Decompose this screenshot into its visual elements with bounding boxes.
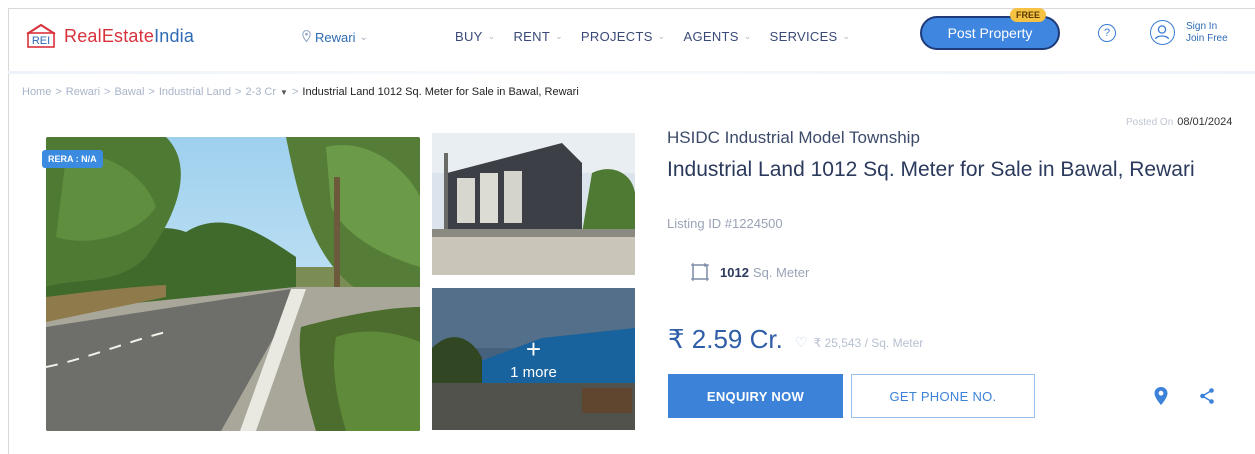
breadcrumb-item-home[interactable]: Home xyxy=(22,86,51,98)
chevron-down-icon: ⌄ xyxy=(842,31,851,41)
logo-text-primary: RealEstate xyxy=(64,25,155,46)
location-label: Rewari xyxy=(315,30,356,45)
breadcrumb-current: Industrial Land 1012 Sq. Meter for Sale … xyxy=(302,86,579,98)
breadcrumb-item-price[interactable]: 2-3 Cr xyxy=(245,86,276,98)
map-pin-icon[interactable] xyxy=(1153,386,1169,406)
main-nav: BUY ⌄ RENT ⌄ PROJECTS ⌄ AGENTS ⌄ SERVICES ⌄ xyxy=(455,29,850,44)
site-header: REI RealEstateIndia Rewari ⌄ BUY ⌄ RENT ⌄ … xyxy=(8,9,1255,71)
logo-text-secondary: India xyxy=(154,25,195,46)
heart-icon[interactable]: ♡ xyxy=(795,334,808,351)
logo-mark-icon: REI xyxy=(24,23,58,49)
price-per-unit: ♡ ₹ 25,543 / Sq. Meter xyxy=(795,334,923,351)
breadcrumb-separator: > xyxy=(291,86,299,98)
chevron-down-icon: ⌄ xyxy=(359,32,368,43)
main-property-image[interactable] xyxy=(46,137,420,431)
area-unit: Sq. Meter xyxy=(752,264,810,280)
breadcrumb-separator: > xyxy=(104,86,111,98)
rate-value: ₹ 25,543 / Sq. Meter xyxy=(813,335,924,350)
nav-label: AGENTS xyxy=(683,29,739,44)
breadcrumb-item-type[interactable]: Industrial Land xyxy=(159,86,231,98)
auth-links: Sign In Join Free xyxy=(1186,21,1228,45)
help-icon[interactable]: ? xyxy=(1098,24,1116,42)
free-badge: FREE xyxy=(1010,8,1047,22)
share-icon[interactable] xyxy=(1199,387,1215,405)
location-pin-icon xyxy=(302,29,311,45)
sign-in-link[interactable]: Sign In xyxy=(1186,21,1228,33)
property-title: Industrial Land 1012 Sq. Meter for Sale … xyxy=(667,158,1195,181)
logo-mark-text: REI xyxy=(32,35,50,47)
nav-label: BUY xyxy=(455,29,483,44)
logo-text: RealEstateIndia xyxy=(64,26,194,47)
nav-item-agents[interactable]: AGENTS ⌄ xyxy=(684,29,752,44)
more-photos-overlay[interactable]: + 1 more xyxy=(432,288,635,430)
breadcrumb-item-city[interactable]: Rewari xyxy=(66,86,100,98)
nav-item-services[interactable]: SERVICES ⌄ xyxy=(770,29,851,44)
breadcrumb: Home > Rewari > Bawal > Industrial Land … xyxy=(22,86,579,98)
posted-date: Posted On 08/01/2024 xyxy=(1126,116,1232,128)
chevron-down-icon: ⌄ xyxy=(743,31,752,41)
join-free-link[interactable]: Join Free xyxy=(1186,33,1228,45)
chevron-down-icon: ⌄ xyxy=(657,31,666,41)
get-phone-button[interactable]: GET PHONE NO. xyxy=(851,374,1035,418)
plus-icon: + xyxy=(525,333,542,364)
caret-down-icon: ▼ xyxy=(280,87,288,97)
breadcrumb-item-locality[interactable]: Bawal xyxy=(114,86,144,98)
nav-item-rent[interactable]: RENT ⌄ xyxy=(513,29,562,44)
breadcrumb-separator: > xyxy=(55,86,62,98)
chevron-down-icon: ⌄ xyxy=(555,31,563,41)
user-icon[interactable] xyxy=(1150,20,1175,45)
logo[interactable]: REI RealEstateIndia xyxy=(24,23,194,49)
project-name[interactable]: HSIDC Industrial Model Township xyxy=(667,128,920,148)
nav-label: PROJECTS xyxy=(580,29,653,44)
nav-label: SERVICES xyxy=(769,29,838,44)
thumbnail-image-1[interactable] xyxy=(432,133,635,275)
breadcrumb-separator: > xyxy=(148,86,155,98)
area-value: 1012 xyxy=(720,264,749,280)
listing-id: Listing ID #1224500 xyxy=(667,216,783,231)
posted-label: Posted On xyxy=(1126,117,1174,128)
header-divider xyxy=(8,71,1255,74)
nav-item-buy[interactable]: BUY ⌄ xyxy=(455,29,495,44)
nav-label: RENT xyxy=(513,29,551,44)
price: ₹ 2.59 Cr. xyxy=(668,324,783,354)
area-icon xyxy=(690,262,710,282)
posted-date-value: 08/01/2024 xyxy=(1177,116,1233,128)
nav-item-projects[interactable]: PROJECTS ⌄ xyxy=(581,29,666,44)
rera-badge: RERA : N/A xyxy=(42,150,103,168)
area-info: 1012 Sq. Meter xyxy=(690,262,809,282)
breadcrumb-separator: > xyxy=(235,86,242,98)
more-photos-label: 1 more xyxy=(510,363,557,381)
chevron-down-icon: ⌄ xyxy=(487,31,496,41)
enquiry-now-button[interactable]: ENQUIRY NOW xyxy=(668,374,843,418)
location-selector[interactable]: Rewari ⌄ xyxy=(302,29,368,45)
